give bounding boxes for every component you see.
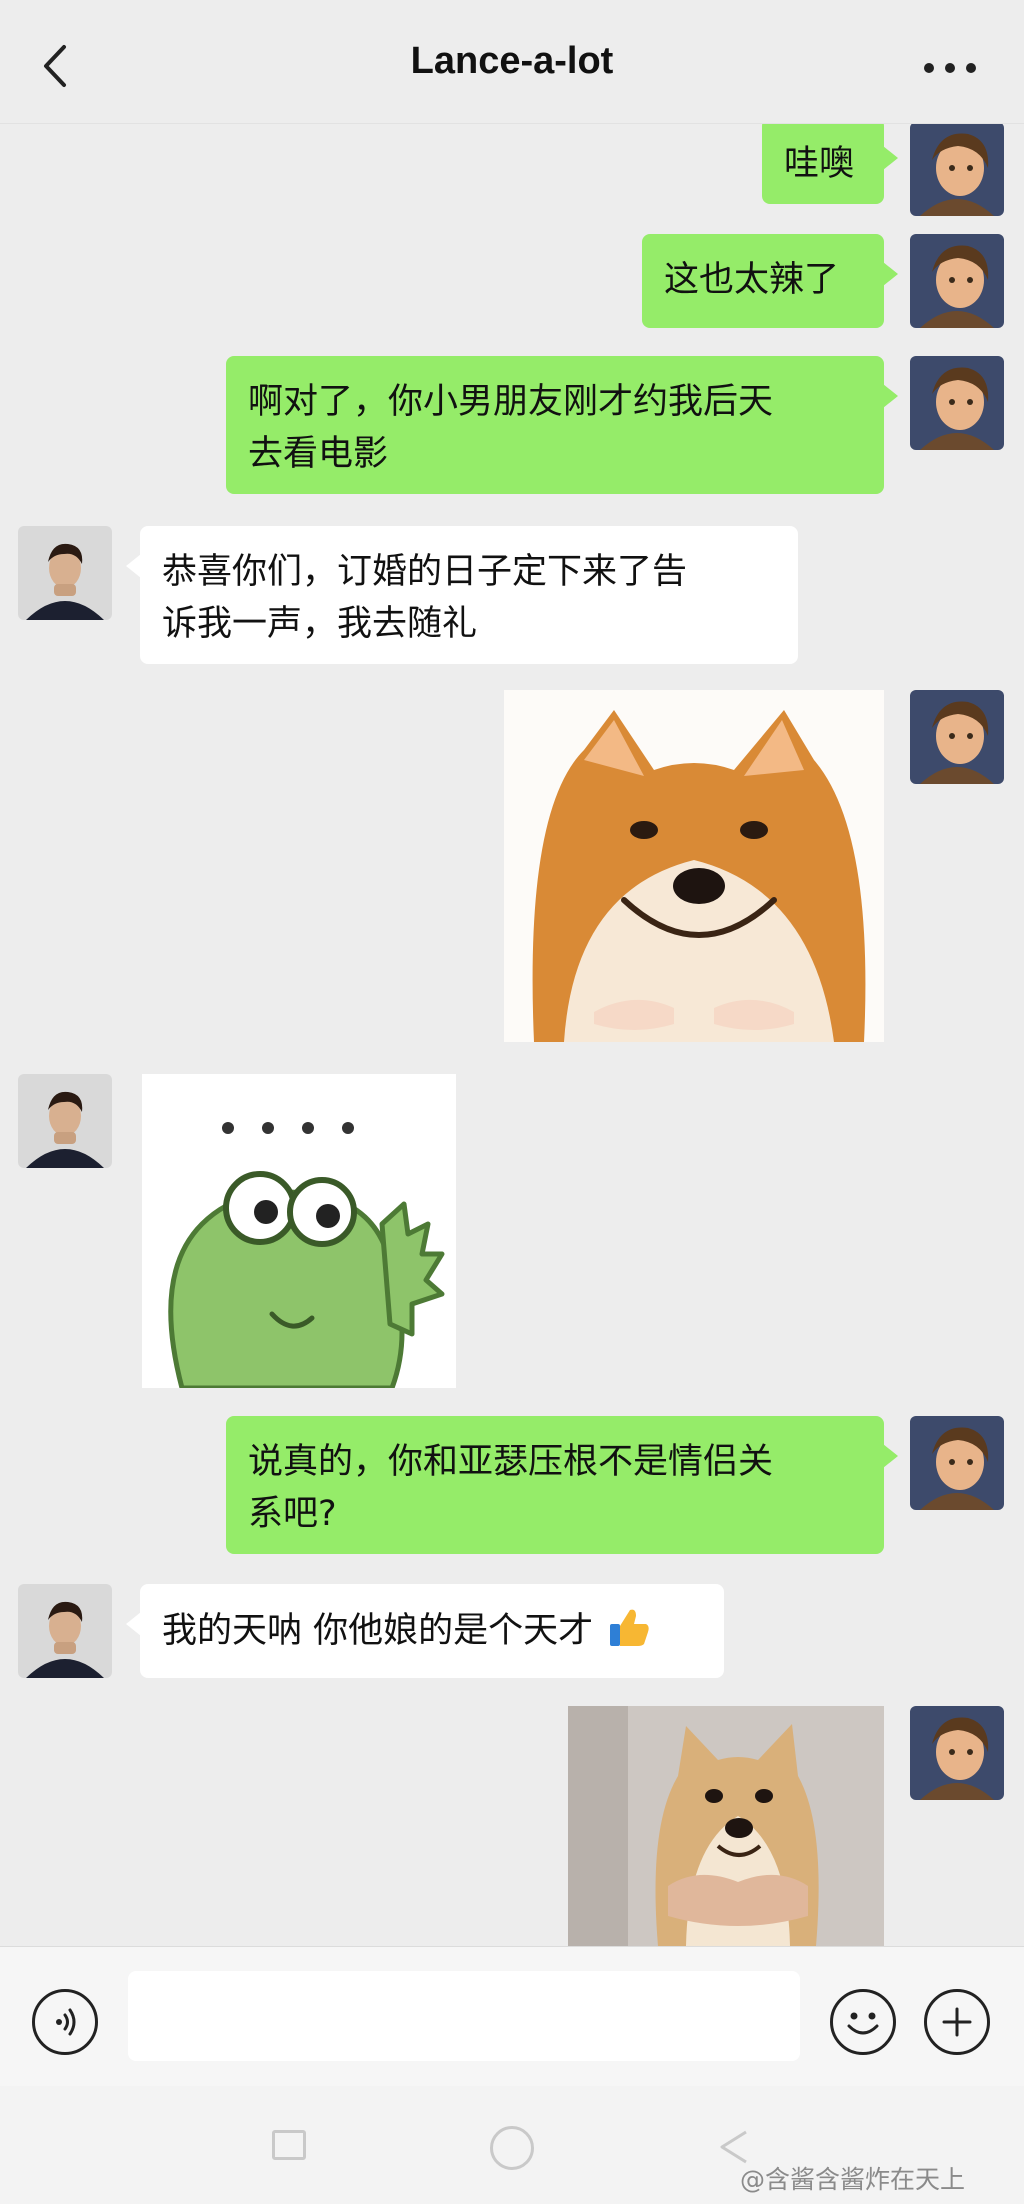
voice-icon — [56, 2008, 76, 2036]
avatar-self[interactable] — [910, 690, 1004, 784]
message-text: 去看电影 — [248, 434, 389, 474]
recent-apps-button[interactable] — [272, 2130, 306, 2160]
avatar-self-image — [910, 1706, 1004, 1800]
frog-dots-sticker[interactable] — [142, 1074, 456, 1388]
chat-title: Lance-a-lot — [410, 40, 614, 82]
message-text: 系吧? — [248, 1494, 337, 1534]
thumbs-up-emoji — [610, 1609, 649, 1646]
avatar-self[interactable] — [910, 1706, 1004, 1800]
shiba-smile-sticker[interactable] — [504, 690, 884, 1042]
avatar-self-image — [910, 356, 1004, 450]
avatar-self[interactable] — [910, 234, 1004, 328]
shiba-smile-image — [504, 690, 884, 1042]
avatar-self[interactable] — [910, 1416, 1004, 1510]
avatar-self-image — [910, 1416, 1004, 1510]
message-text: 诉我一声，我去随礼 — [162, 604, 478, 644]
watermark-text: @含酱含酱炸在天上 — [740, 2165, 966, 2194]
avatar-self-image — [910, 690, 1004, 784]
avatar-self[interactable] — [910, 124, 1004, 216]
avatar-self[interactable] — [910, 356, 1004, 450]
message-bubble[interactable]: 恭喜你们，订婚的日子定下来了告 诉我一声，我去随礼 — [126, 526, 798, 664]
message-bubble[interactable]: 哇噢 — [762, 124, 898, 204]
more-dots-icon — [924, 63, 976, 73]
shiba-held-sticker[interactable] — [568, 1706, 884, 1946]
avatar-other[interactable] — [18, 526, 112, 620]
message-bubble[interactable]: 这也太辣了 — [642, 234, 898, 328]
input-bar — [0, 1946, 1024, 2086]
shiba-held-image — [568, 1706, 884, 1946]
avatar-other[interactable] — [18, 1584, 112, 1678]
message-text: 我的天呐 你他娘的是个天才 — [162, 1611, 594, 1651]
plus-button[interactable] — [924, 1989, 990, 2055]
message-bubble[interactable]: 啊对了，你小男朋友刚才约我后天 去看电影 — [226, 356, 898, 494]
frog-dots-image — [142, 1074, 456, 1388]
emoji-icon — [847, 2012, 879, 2035]
message-text: 恭喜你们，订婚的日子定下来了告 — [162, 552, 688, 592]
more-button[interactable] — [915, 40, 985, 96]
emoji-button[interactable] — [830, 1989, 896, 2055]
avatar-other-image — [18, 526, 112, 620]
message-bubble[interactable]: 说真的，你和亚瑟压根不是情侣关 系吧? — [226, 1416, 898, 1554]
message-text: 说真的，你和亚瑟压根不是情侣关 — [248, 1442, 774, 1482]
voice-button[interactable] — [32, 1989, 98, 2055]
avatar-self-image — [910, 124, 1004, 216]
avatar-other[interactable] — [18, 1074, 112, 1168]
message-bubble[interactable]: 我的天呐 你他娘的是个天才 — [126, 1584, 724, 1678]
avatar-self-image — [910, 234, 1004, 328]
message-text: 哇噢 — [784, 144, 855, 184]
chat-header: Lance-a-lot — [0, 0, 1024, 124]
avatar-other-image — [18, 1074, 112, 1168]
message-list[interactable]: 哇噢 这也太辣了 啊对了，你小男朋友刚才约我后天 去看电影 恭喜你们，订婚的日子… — [0, 124, 1024, 1946]
message-text: 这也太辣了 — [664, 260, 840, 300]
plus-icon — [942, 2007, 972, 2037]
avatar-other-image — [18, 1584, 112, 1678]
message-input[interactable] — [128, 1971, 800, 2061]
message-text: 啊对了，你小男朋友刚才约我后天 — [248, 382, 774, 422]
home-button[interactable] — [490, 2126, 534, 2170]
